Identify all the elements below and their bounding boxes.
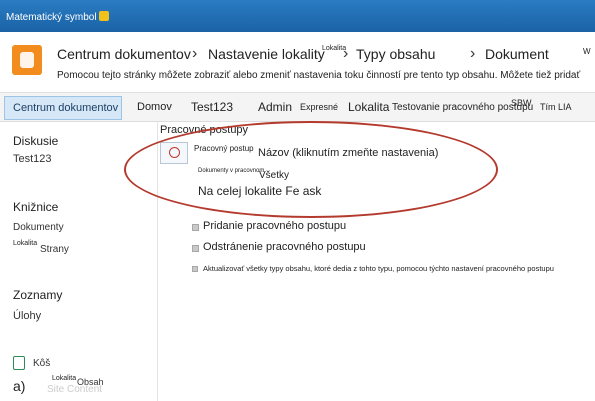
quick-launch-heading-zoznamy[interactable]: Zoznamy — [13, 288, 62, 302]
quick-launch-item-ulohy[interactable]: Úlohy — [13, 310, 41, 322]
quick-launch-heading-diskusie[interactable]: Diskusie — [13, 134, 58, 148]
quick-launch-item-strany[interactable]: Strany — [40, 244, 69, 255]
breadcrumb-dokument: Dokument — [485, 46, 549, 62]
quick-launch-item-dokumenty[interactable]: Dokumenty — [13, 222, 64, 233]
nav-tab-sbw[interactable]: SBW — [511, 98, 532, 108]
recycle-bin-icon — [13, 356, 25, 370]
bullet-icon — [192, 245, 199, 252]
quick-launch-ghost-site-content: Site Content — [47, 384, 103, 395]
breadcrumb-centrum-dokumentov[interactable]: Centrum dokumentov — [57, 46, 191, 62]
breadcrumb-chevron-icon: › — [343, 45, 349, 62]
highlight-ellipse — [124, 121, 498, 218]
update-content-types-link[interactable]: Aktualizovať všetky typy obsahu, ktoré d… — [203, 264, 554, 273]
nav-tab-centrum-dokumentov[interactable]: Centrum dokumentov — [4, 96, 122, 120]
bullet-icon — [192, 224, 199, 231]
quick-launch-lokalita-tag: Lokalita — [13, 240, 38, 247]
nav-tab-test123[interactable]: Test123 — [191, 100, 233, 114]
breadcrumb-chevron-icon: › — [192, 45, 198, 62]
breadcrumb-chevron-icon: › — [470, 45, 476, 62]
bullet-icon — [192, 266, 198, 272]
add-workflow-link[interactable]: Pridanie pracovného postupu — [203, 220, 346, 232]
quick-launch-item-kos[interactable]: Kôš — [33, 358, 50, 369]
page-description: Pomocou tejto stránky môžete zobraziť al… — [57, 70, 581, 81]
breadcrumb-typy-obsahu[interactable]: Typy obsahu — [356, 46, 435, 62]
title-bar: Matematický symbol — [0, 0, 595, 32]
quick-launch-lokalita-tag: Lokalita — [52, 375, 77, 382]
nav-tab-lokalita[interactable]: Lokalita — [348, 100, 389, 114]
remove-workflow-link[interactable]: Odstránenie pracovného postupu — [203, 241, 366, 253]
quick-launch-label-a: a) — [13, 378, 26, 394]
quick-launch-item-test123[interactable]: Test123 — [13, 153, 52, 165]
nav-tab-expresne[interactable]: Expresné — [300, 102, 338, 112]
nav-tab-tim-lia[interactable]: Tím LIA — [540, 102, 572, 112]
breadcrumb-nastavenie-lokality[interactable]: Nastavenie lokality — [208, 46, 325, 62]
site-logo[interactable] — [12, 45, 42, 75]
breadcrumb-trailing: W — [583, 47, 591, 56]
top-navigation: Centrum dokumentov Domov Test123 Admin E… — [0, 92, 595, 122]
nav-tab-admin[interactable]: Admin — [258, 100, 292, 114]
nav-tab-domov[interactable]: Domov — [137, 101, 172, 113]
quick-launch-heading-kniznice[interactable]: Knižnice — [13, 200, 58, 214]
symbol-icon — [98, 11, 109, 21]
site-title[interactable]: Matematický symbol — [6, 11, 109, 23]
